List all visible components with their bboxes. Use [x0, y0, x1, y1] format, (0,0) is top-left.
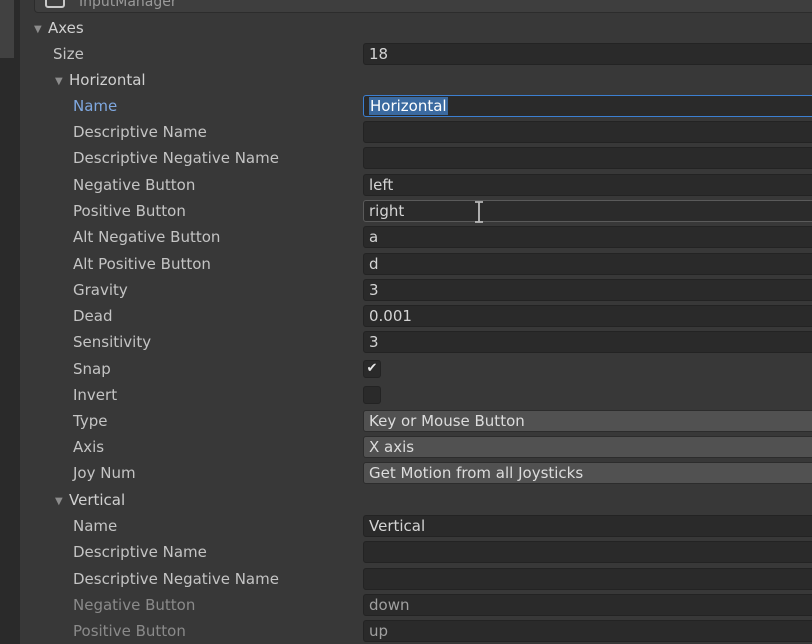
horizontal-alt-positive-button-row: Alt Positive Button d: [0, 251, 812, 277]
vertical-negative-button-row: Negative Button down: [0, 592, 812, 618]
descriptive-negative-name-label: Descriptive Negative Name: [73, 149, 279, 167]
vertical-row: ▼ Vertical: [0, 487, 812, 513]
horizontal-sensitivity-row: Sensitivity 3: [0, 329, 812, 355]
name-field[interactable]: Vertical: [363, 515, 812, 537]
snap-label: Snap: [73, 360, 111, 378]
type-dropdown[interactable]: Key or Mouse Button: [363, 410, 812, 432]
joy-num-dropdown[interactable]: Get Motion from all Joysticks: [363, 462, 812, 484]
type-label: Type: [73, 412, 108, 430]
invert-checkbox[interactable]: [363, 386, 381, 404]
size-label: Size: [53, 45, 84, 63]
descriptive-name-field[interactable]: [363, 121, 812, 143]
axes-label: Axes: [48, 19, 84, 37]
dead-field[interactable]: 0.001: [363, 305, 812, 327]
horizontal-negative-button-row: Negative Button left: [0, 172, 812, 198]
axes-row: ▼ Axes: [0, 15, 812, 41]
expand-arrow-icon[interactable]: ▼: [34, 17, 48, 43]
horizontal-foldout[interactable]: ▼ Horizontal: [55, 67, 146, 93]
horizontal-snap-row: Snap ✔: [0, 356, 812, 382]
sensitivity-label: Sensitivity: [73, 333, 152, 351]
positive-button-field[interactable]: right: [363, 200, 812, 222]
axis-dropdown[interactable]: X axis: [363, 436, 812, 458]
checkmark-icon: ✔: [366, 361, 378, 376]
alt-negative-button-field[interactable]: a: [363, 226, 812, 248]
horizontal-descriptive-name-row: Descriptive Name: [0, 119, 812, 145]
dead-label: Dead: [73, 307, 113, 325]
negative-button-label: Negative Button: [73, 176, 196, 194]
alt-positive-button-label: Alt Positive Button: [73, 255, 211, 273]
snap-checkbox[interactable]: ✔: [363, 360, 381, 378]
text-cursor-icon: [475, 201, 483, 223]
horizontal-descriptive-negative-name-row: Descriptive Negative Name: [0, 145, 812, 171]
alt-positive-button-field[interactable]: d: [363, 253, 812, 275]
descriptive-name-label: Descriptive Name: [73, 543, 207, 561]
negative-button-field[interactable]: left: [363, 174, 812, 196]
horizontal-alt-negative-button-row: Alt Negative Button a: [0, 224, 812, 250]
gravity-field[interactable]: 3: [363, 279, 812, 301]
name-label: Name: [73, 97, 118, 115]
horizontal-axis-row: Axis X axis: [0, 434, 812, 460]
vertical-label: Vertical: [69, 491, 126, 509]
negative-button-field[interactable]: down: [363, 594, 812, 616]
descriptive-name-label: Descriptive Name: [73, 123, 207, 141]
gravity-label: Gravity: [73, 281, 128, 299]
vertical-descriptive-negative-name-row: Descriptive Negative Name: [0, 566, 812, 592]
descriptive-name-field[interactable]: [363, 541, 812, 563]
horizontal-gravity-row: Gravity 3: [0, 277, 812, 303]
vertical-descriptive-name-row: Descriptive Name: [0, 539, 812, 565]
horizontal-row: ▼ Horizontal: [0, 67, 812, 93]
negative-button-label: Negative Button: [73, 596, 196, 614]
positive-button-field[interactable]: up: [363, 620, 812, 642]
size-field[interactable]: 18: [363, 43, 812, 65]
joy-num-label: Joy Num: [73, 464, 136, 482]
selected-text: Horizontal: [369, 97, 448, 115]
descriptive-negative-name-label: Descriptive Negative Name: [73, 570, 279, 588]
size-row: Size 18: [0, 41, 812, 67]
axes-foldout[interactable]: ▼ Axes: [34, 15, 84, 41]
vertical-positive-button-row: Positive Button up: [0, 618, 812, 644]
horizontal-type-row: Type Key or Mouse Button: [0, 408, 812, 434]
descriptive-negative-name-field[interactable]: [363, 568, 812, 590]
alt-negative-button-label: Alt Negative Button: [73, 228, 221, 246]
positive-button-label: Positive Button: [73, 622, 186, 640]
horizontal-name-row: Name Horizontal: [0, 93, 812, 119]
expand-arrow-icon[interactable]: ▼: [55, 489, 69, 515]
descriptive-negative-name-field[interactable]: [363, 147, 812, 169]
axis-label: Axis: [73, 438, 105, 456]
horizontal-joy-num-row: Joy Num Get Motion from all Joysticks: [0, 460, 812, 486]
vertical-foldout[interactable]: ▼ Vertical: [55, 487, 125, 513]
expand-arrow-icon[interactable]: ▼: [55, 69, 69, 95]
vertical-name-row: Name Vertical: [0, 513, 812, 539]
invert-label: Invert: [73, 386, 118, 404]
inspector-header: InputManager: [34, 0, 812, 13]
horizontal-label: Horizontal: [69, 71, 146, 89]
object-icon: [45, 0, 65, 8]
sensitivity-field[interactable]: 3: [363, 331, 812, 353]
horizontal-positive-button-row: Positive Button right: [0, 198, 812, 224]
horizontal-dead-row: Dead 0.001: [0, 303, 812, 329]
name-field[interactable]: Horizontal: [363, 95, 812, 117]
horizontal-invert-row: Invert: [0, 382, 812, 408]
positive-button-label: Positive Button: [73, 202, 186, 220]
object-name: InputManager: [79, 0, 177, 10]
name-label: Name: [73, 517, 118, 535]
